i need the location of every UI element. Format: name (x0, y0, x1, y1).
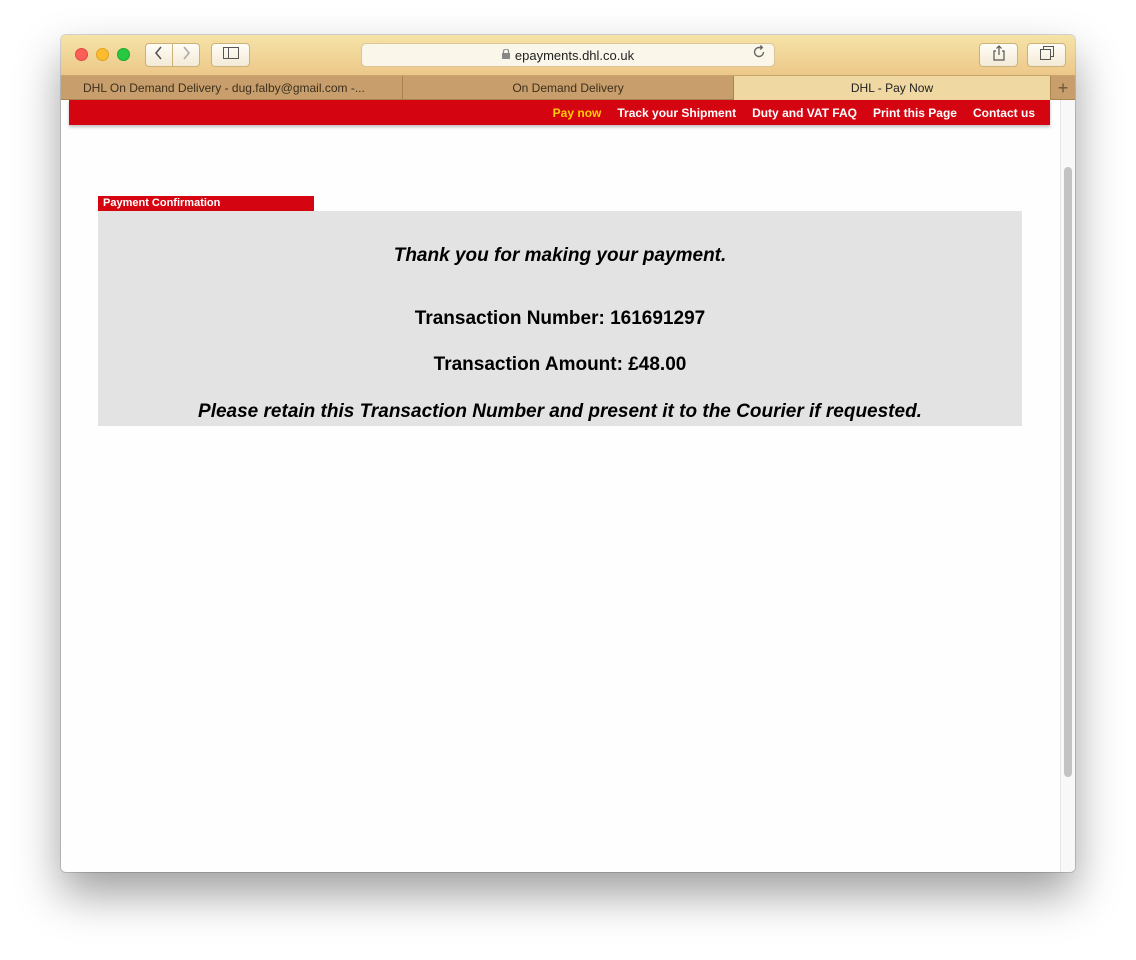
retain-notice: Please retain this Transaction Number an… (198, 401, 922, 422)
transaction-number: Transaction Number: 161691297 (414, 308, 706, 329)
lock-icon (501, 47, 510, 62)
tab-label: DHL - Pay Now (850, 81, 934, 95)
thank-you-message: Thank you for making your payment. (393, 245, 727, 266)
dhl-nav-bar: Pay now Track your Shipment Duty and VAT… (69, 100, 1050, 125)
share-button[interactable] (979, 43, 1018, 67)
sidebar-icon (222, 47, 239, 63)
tab-label: On Demand Delivery (512, 81, 624, 95)
chevron-right-icon (181, 46, 191, 64)
new-tab-button[interactable]: + (1051, 76, 1075, 100)
tab-label: DHL On Demand Delivery - dug.falby@gmail… (83, 81, 365, 95)
address-text: epayments.dhl.co.uk (514, 47, 635, 63)
nav-link-track-shipment[interactable]: Track your Shipment (617, 106, 736, 120)
forward-button[interactable] (172, 43, 200, 67)
payment-confirmation-panel: Thank you for making your payment. Trans… (98, 211, 1022, 426)
nav-link-pay-now[interactable]: Pay now (553, 106, 602, 120)
nav-link-print-page[interactable]: Print this Page (873, 106, 957, 120)
share-icon (992, 45, 1005, 65)
tabs-overview-icon (1039, 46, 1054, 64)
nav-link-contact-us[interactable]: Contact us (973, 106, 1035, 120)
sidebar-toggle-button[interactable] (211, 43, 250, 67)
title-bar: epayments.dhl.co.uk (61, 35, 1075, 76)
plus-icon: + (1057, 77, 1069, 98)
section-title: Payment Confirmation (98, 196, 314, 211)
back-button[interactable] (145, 43, 173, 67)
tab-bar: DHL On Demand Delivery - dug.falby@gmail… (61, 76, 1075, 100)
browser-window: epayments.dhl.co.uk DHL On Demand Delive… (61, 35, 1075, 872)
address-bar[interactable]: epayments.dhl.co.uk (361, 43, 775, 67)
tab-dhl-pay-now[interactable]: DHL - Pay Now (734, 76, 1051, 100)
tab-dhl-on-demand-account[interactable]: DHL On Demand Delivery - dug.falby@gmail… (61, 76, 403, 100)
nav-link-duty-vat-faq[interactable]: Duty and VAT FAQ (752, 106, 857, 120)
maximize-window-button[interactable] (117, 48, 130, 61)
minimize-window-button[interactable] (96, 48, 109, 61)
vertical-scrollbar[interactable] (1060, 100, 1075, 872)
reload-icon[interactable] (752, 45, 766, 63)
tab-on-demand-delivery[interactable]: On Demand Delivery (403, 76, 734, 100)
close-window-button[interactable] (75, 48, 88, 61)
page-viewport: Pay now Track your Shipment Duty and VAT… (61, 100, 1075, 872)
scrollbar-thumb[interactable] (1064, 167, 1072, 777)
tab-overview-button[interactable] (1027, 43, 1066, 67)
transaction-amount: Transaction Amount: £48.00 (433, 354, 687, 375)
chevron-left-icon (154, 46, 164, 64)
